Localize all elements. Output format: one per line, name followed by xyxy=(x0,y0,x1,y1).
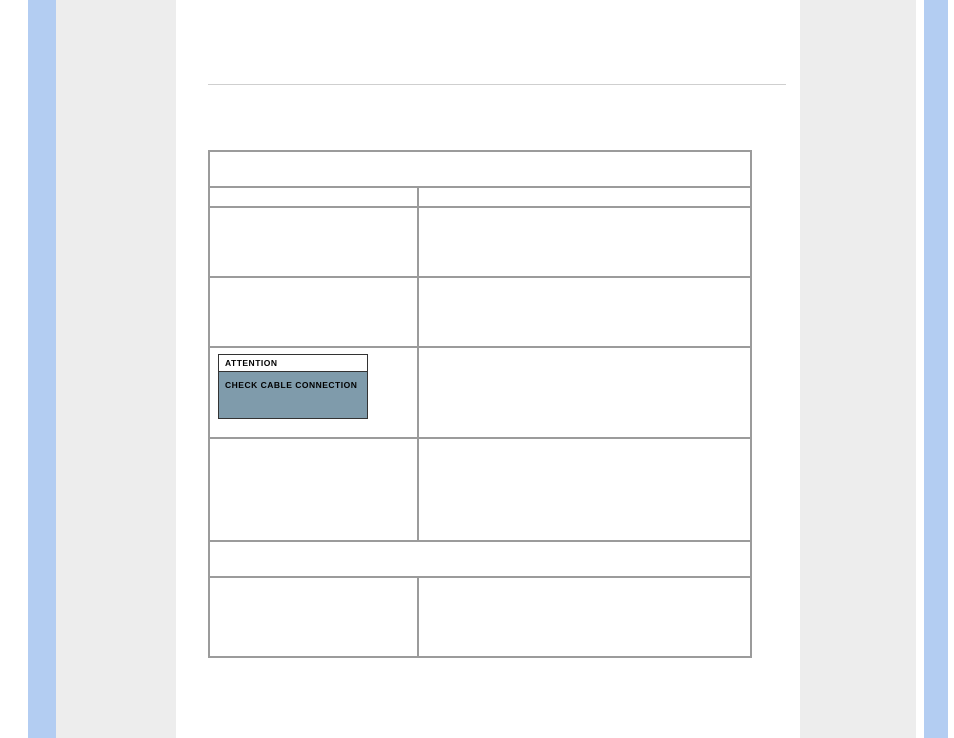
table-cell xyxy=(418,187,751,207)
information-table: ATTENTION CHECK CABLE CONNECTION xyxy=(208,150,752,658)
table-cell xyxy=(418,277,751,347)
table-cell xyxy=(418,347,751,438)
attention-dialog: ATTENTION CHECK CABLE CONNECTION xyxy=(218,354,368,419)
table-cell xyxy=(418,438,751,541)
table-cell xyxy=(418,577,751,657)
table-cell-with-module: ATTENTION CHECK CABLE CONNECTION xyxy=(209,347,418,438)
table-cell xyxy=(209,277,418,347)
page-gutter-left xyxy=(56,0,176,738)
page-gutter-right xyxy=(800,0,916,738)
table-header-full xyxy=(209,151,751,187)
table-section-header xyxy=(209,541,751,577)
table-cell xyxy=(209,438,418,541)
table-cell xyxy=(209,207,418,277)
document-page: ATTENTION CHECK CABLE CONNECTION xyxy=(176,0,800,738)
table-cell xyxy=(209,187,418,207)
page-margin-left xyxy=(28,0,56,738)
attention-dialog-body: CHECK CABLE CONNECTION xyxy=(219,372,367,418)
page-margin-right xyxy=(924,0,948,738)
horizontal-rule xyxy=(208,84,786,85)
table-cell xyxy=(418,207,751,277)
attention-dialog-header: ATTENTION xyxy=(219,355,367,372)
table-cell xyxy=(209,577,418,657)
